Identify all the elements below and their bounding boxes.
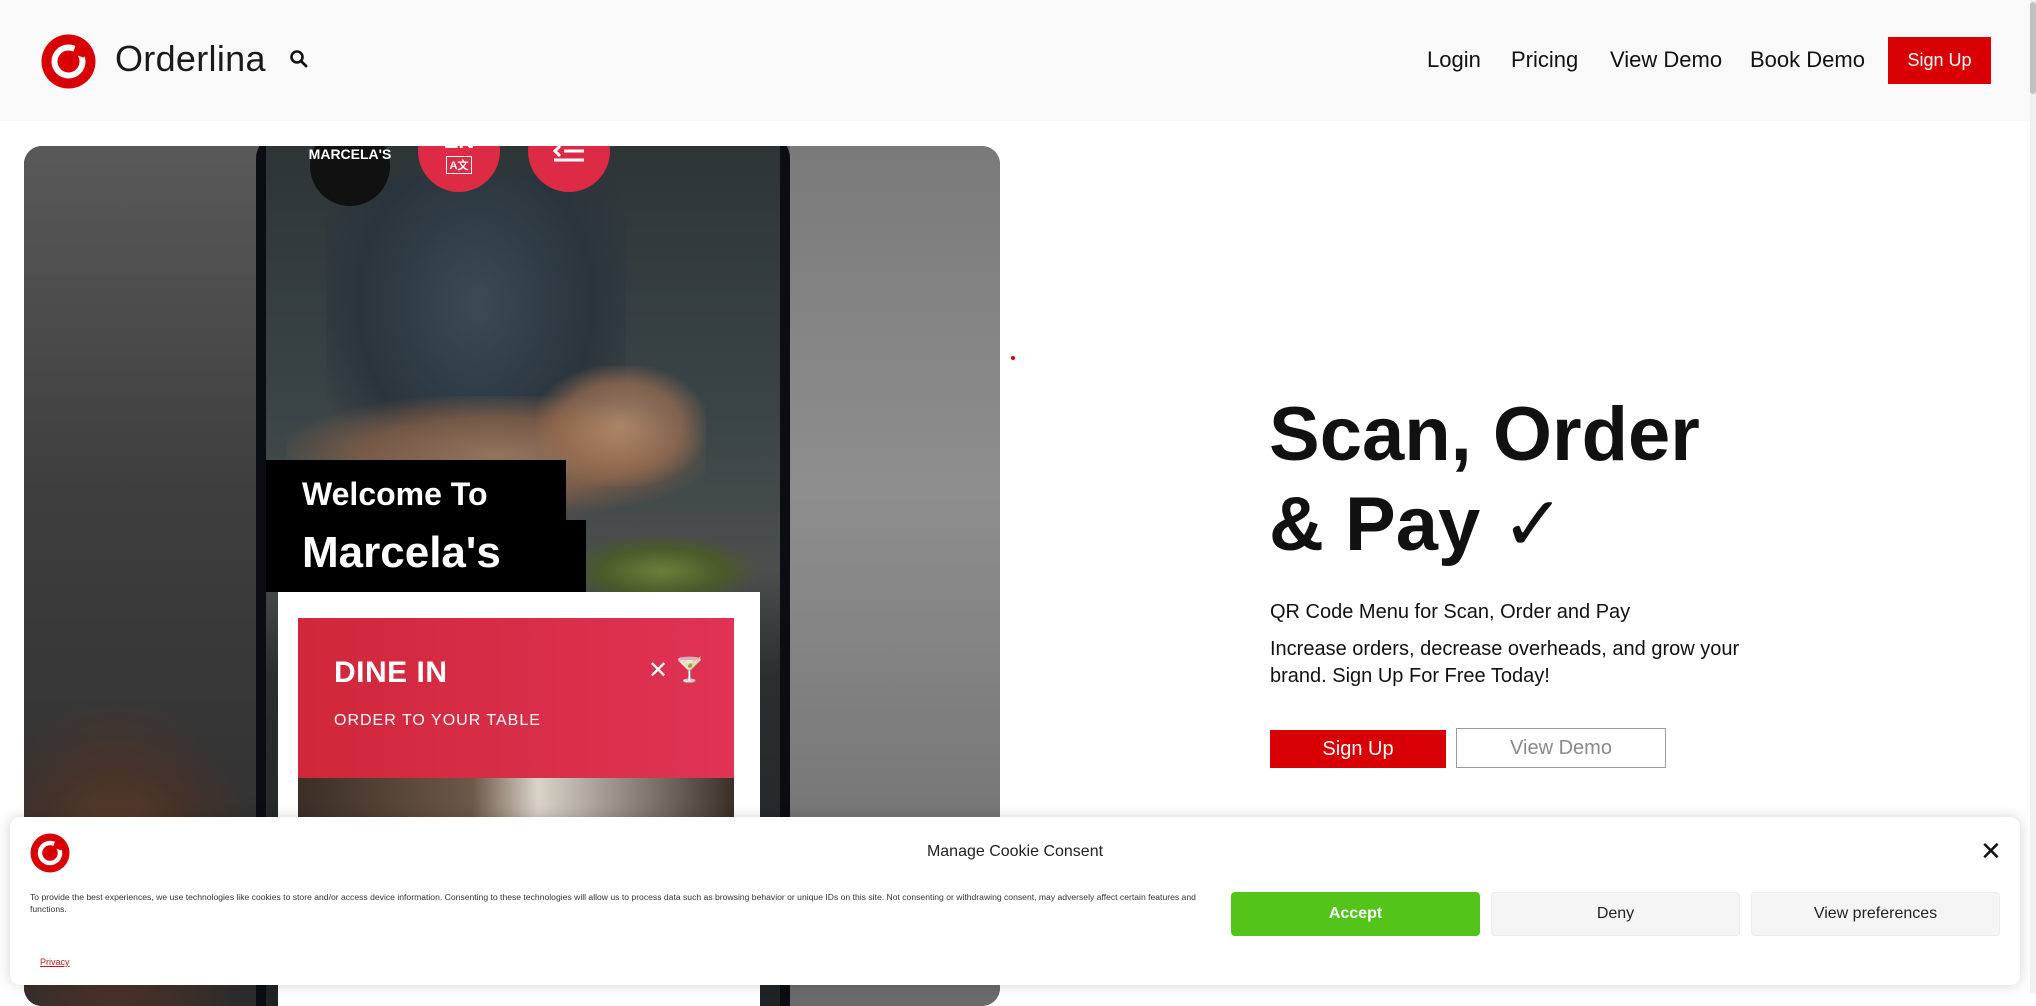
cookie-consent-banner: Manage Cookie Consent ✕ To provide the b… xyxy=(10,817,2020,985)
brand-name[interactable]: Orderlina xyxy=(115,38,266,80)
translate-icon: A文 xyxy=(445,156,473,174)
nav-book-demo[interactable]: Book Demo xyxy=(1750,47,1865,73)
nav-view-demo[interactable]: View Demo xyxy=(1610,47,1722,73)
cookie-description: To provide the best experiences, we use … xyxy=(30,892,1196,914)
accept-button[interactable]: Accept xyxy=(1231,892,1480,936)
header-sign-up-button[interactable]: Sign Up xyxy=(1888,37,1991,84)
menu-lines-icon xyxy=(552,146,584,162)
cookie-title: Manage Cookie Consent xyxy=(926,843,1104,860)
hero-title: Scan, Order & Pay ✓ xyxy=(1269,390,1829,570)
hero-view-demo-button[interactable]: View Demo xyxy=(1456,728,1666,768)
restaurant-name: Marcela's xyxy=(302,528,501,577)
page-scrollbar[interactable] xyxy=(2030,0,2036,993)
hero-description: Increase orders, decrease overheads, and… xyxy=(1270,638,1740,687)
hero-title-line2: & Pay ✓ xyxy=(1269,482,1566,567)
hero-subtitle: QR Code Menu for Scan, Order and Pay xyxy=(1270,601,1631,623)
site-header: Orderlina Login Pricing View Demo Book D… xyxy=(0,0,2036,121)
view-preferences-button[interactable]: View preferences xyxy=(1751,892,2000,936)
nav-login[interactable]: Login xyxy=(1427,47,1481,73)
privacy-link[interactable]: Privacy xyxy=(40,957,70,967)
cutlery-cocktail-icon: ✕ 🍸 xyxy=(648,657,705,684)
close-icon[interactable]: ✕ xyxy=(1980,838,2002,864)
language-label: EN xyxy=(444,146,475,154)
welcome-to-text: Welcome To xyxy=(302,476,488,512)
dine-in-title: DINE IN xyxy=(334,656,448,689)
dine-in-subtitle: ORDER TO YOUR TABLE xyxy=(334,712,541,729)
scrollbar-thumb[interactable] xyxy=(2030,2,2036,94)
orderlina-logo-icon[interactable] xyxy=(41,34,96,89)
hero-sign-up-button[interactable]: Sign Up xyxy=(1270,730,1446,768)
search-icon[interactable] xyxy=(289,49,309,69)
dine-in-banner xyxy=(298,618,734,778)
nav-pricing[interactable]: Pricing xyxy=(1511,47,1578,73)
decorative-dot xyxy=(1011,356,1015,360)
hero-title-line1: Scan, Order xyxy=(1269,392,1700,477)
deny-button[interactable]: Deny xyxy=(1491,892,1740,936)
